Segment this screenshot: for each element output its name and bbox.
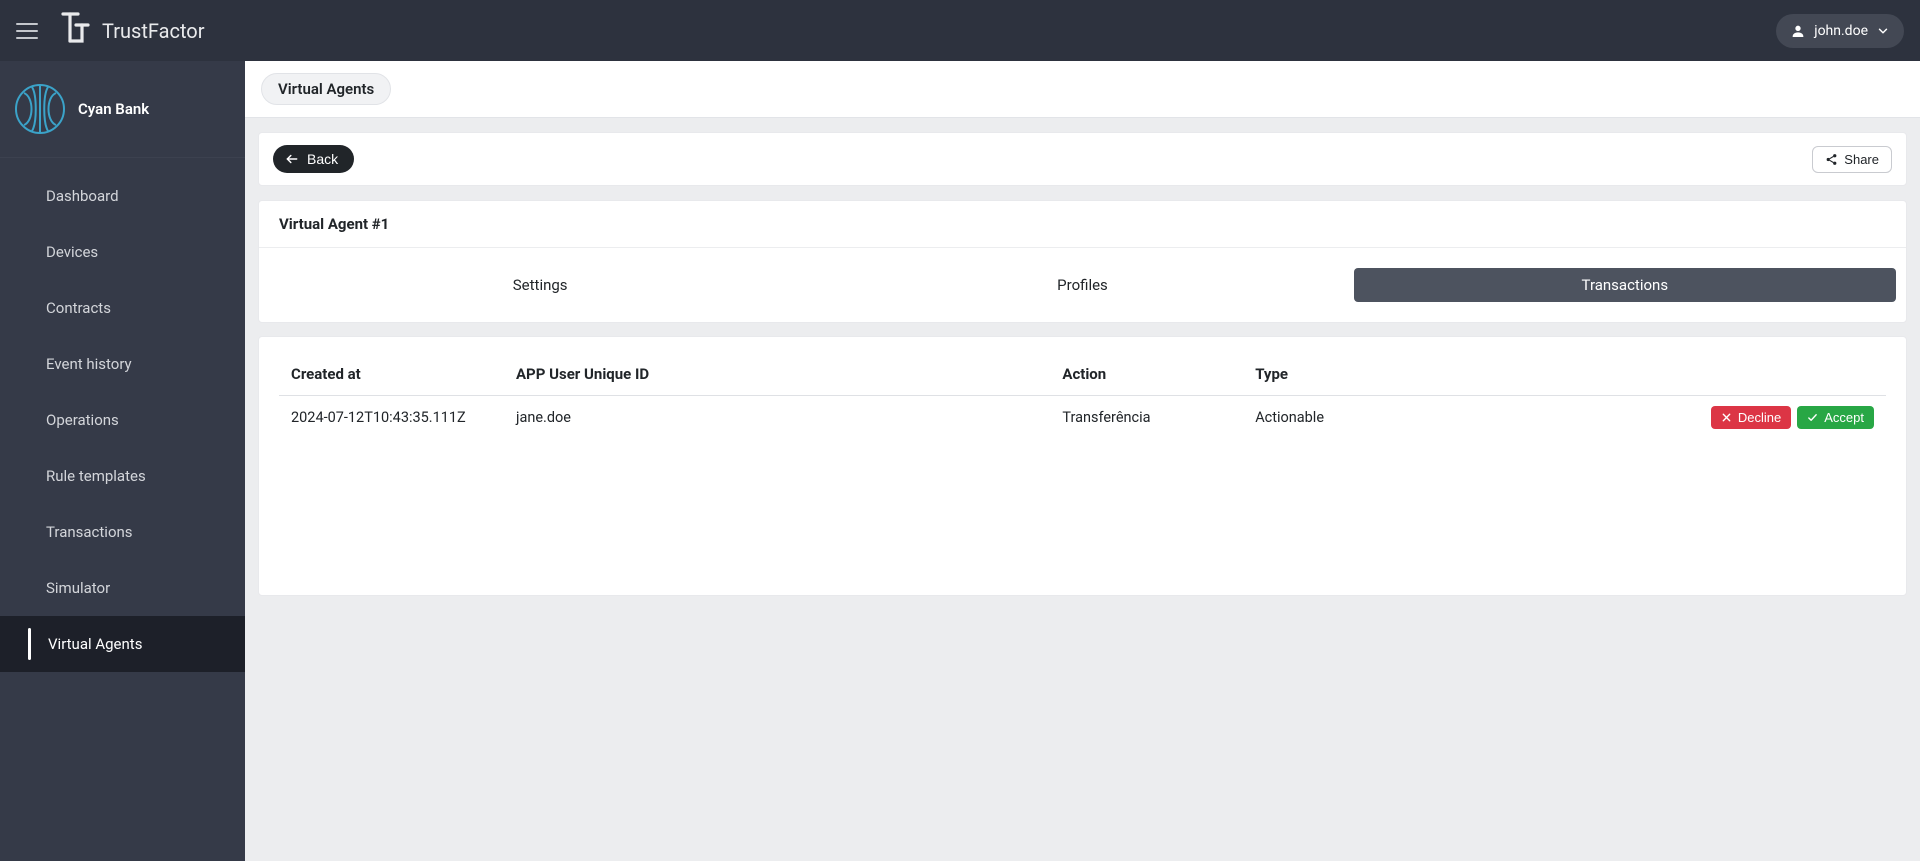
tabs: Settings Profiles Transactions <box>259 248 1906 322</box>
chevron-down-icon <box>1876 24 1890 38</box>
brand-name: TrustFactor <box>102 19 204 43</box>
cell-created-at: 2024-07-12T10:43:35.111Z <box>279 396 504 440</box>
sidebar-item-label: Virtual Agents <box>46 635 142 653</box>
sidebar-item-label: Dashboard <box>46 187 119 205</box>
sidebar-item-devices[interactable]: Devices <box>0 224 245 280</box>
share-label: Share <box>1844 152 1879 167</box>
cell-action: Transferência <box>1050 396 1243 440</box>
org-logo-icon <box>14 83 66 135</box>
sidebar-item-label: Event history <box>46 355 132 373</box>
cell-type: Actionable <box>1243 396 1564 440</box>
tab-label: Profiles <box>1057 276 1108 294</box>
tab-label: Settings <box>513 276 568 294</box>
transactions-card: Created at APP User Unique ID Action Typ… <box>258 336 1907 596</box>
accept-label: Accept <box>1824 410 1864 425</box>
topbar: TrustFactor john.doe <box>0 0 1920 61</box>
row-actions: Decline Accept <box>1577 406 1874 429</box>
sidebar-item-label: Transactions <box>46 523 133 541</box>
sidebar-item-label: Devices <box>46 243 98 261</box>
breadcrumb-chip[interactable]: Virtual Agents <box>261 73 391 105</box>
back-share-card: Back Share <box>258 132 1907 186</box>
agent-title: Virtual Agent #1 <box>259 201 1906 248</box>
main: Virtual Agents Back Share <box>245 61 1920 861</box>
table-row: 2024-07-12T10:43:35.111Z jane.doe Transf… <box>279 396 1886 440</box>
sidebar-item-label: Operations <box>46 411 119 429</box>
back-label: Back <box>307 151 338 167</box>
tab-profiles[interactable]: Profiles <box>811 268 1353 302</box>
col-type: Type <box>1243 353 1564 396</box>
sidebar-item-dashboard[interactable]: Dashboard <box>0 168 245 224</box>
org-header: Cyan Bank <box>0 61 245 158</box>
tab-label: Transactions <box>1582 276 1669 294</box>
sidebar-item-simulator[interactable]: Simulator <box>0 560 245 616</box>
col-actions <box>1565 353 1886 396</box>
col-created-at: Created at <box>279 353 504 396</box>
agent-card: Virtual Agent #1 Settings Profiles Trans… <box>258 200 1907 323</box>
col-app-user: APP User Unique ID <box>504 353 1050 396</box>
nav: Dashboard Devices Contracts Event histor… <box>0 158 245 672</box>
back-button[interactable]: Back <box>273 145 354 173</box>
breadcrumb-bar: Virtual Agents <box>245 61 1920 118</box>
sidebar-item-operations[interactable]: Operations <box>0 392 245 448</box>
brand-logo-icon <box>56 11 92 51</box>
menu-toggle[interactable] <box>16 19 40 43</box>
sidebar-item-rule-templates[interactable]: Rule templates <box>0 448 245 504</box>
accept-button[interactable]: Accept <box>1797 406 1874 429</box>
sidebar-item-transactions[interactable]: Transactions <box>0 504 245 560</box>
sidebar-item-label: Rule templates <box>46 467 146 485</box>
cell-app-user: jane.doe <box>504 396 1050 440</box>
user-name: john.doe <box>1814 23 1868 39</box>
user-menu[interactable]: john.doe <box>1776 14 1904 48</box>
arrow-left-icon <box>285 152 299 166</box>
sidebar-item-label: Simulator <box>46 579 110 597</box>
tab-settings[interactable]: Settings <box>269 268 811 302</box>
col-action: Action <box>1050 353 1243 396</box>
decline-button[interactable]: Decline <box>1711 406 1791 429</box>
brand: TrustFactor <box>56 11 204 51</box>
sidebar-item-label: Contracts <box>46 299 111 317</box>
share-button[interactable]: Share <box>1812 146 1892 173</box>
sidebar-item-virtual-agents[interactable]: Virtual Agents <box>0 616 245 672</box>
tab-transactions[interactable]: Transactions <box>1354 268 1896 302</box>
sidebar-item-contracts[interactable]: Contracts <box>0 280 245 336</box>
close-icon <box>1721 412 1732 423</box>
user-icon <box>1790 23 1806 39</box>
sidebar: Cyan Bank Dashboard Devices Contracts Ev… <box>0 61 245 861</box>
org-name: Cyan Bank <box>78 100 149 118</box>
transactions-table: Created at APP User Unique ID Action Typ… <box>279 353 1886 439</box>
decline-label: Decline <box>1738 410 1781 425</box>
share-icon <box>1825 153 1838 166</box>
check-icon <box>1807 412 1818 423</box>
sidebar-item-event-history[interactable]: Event history <box>0 336 245 392</box>
